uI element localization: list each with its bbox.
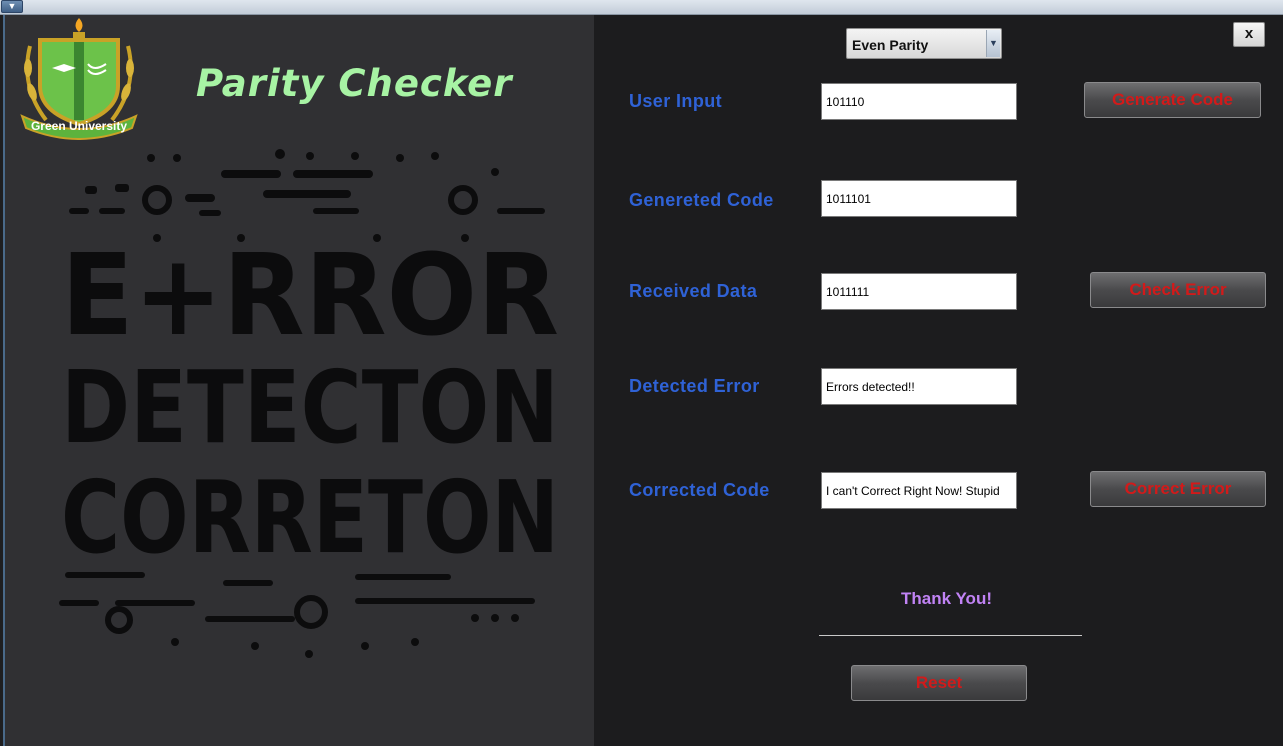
user-input-field[interactable]: [821, 83, 1017, 120]
parity-type-selected: Even Parity: [852, 37, 929, 53]
art-line-1: E+RROR: [61, 231, 559, 361]
detected-error-label: Detected Error: [629, 376, 760, 396]
user-input-label: User Input: [629, 91, 723, 111]
generated-code-field[interactable]: [821, 180, 1017, 217]
check-error-button[interactable]: Check Error: [1090, 272, 1266, 308]
system-menu-icon[interactable]: ▼: [1, 0, 23, 13]
detected-error-field[interactable]: [821, 368, 1017, 405]
correct-error-button[interactable]: Correct Error: [1090, 471, 1266, 507]
art-line-2: DETECTON: [61, 349, 559, 466]
app-title: Parity Checker: [196, 62, 513, 105]
divider: [819, 635, 1082, 636]
close-button[interactable]: x: [1233, 22, 1265, 47]
thank-you-text: Thank You!: [901, 589, 992, 608]
chevron-down-icon[interactable]: ▼: [986, 30, 1000, 57]
error-detection-art: E+RROR DETECTON CORRETON: [59, 149, 559, 658]
generated-code-label: Genereted Code: [629, 190, 774, 210]
logo-text: Green University: [31, 119, 127, 133]
corrected-code-label: Corrected Code: [629, 480, 770, 500]
window-title-bar: ▼: [0, 0, 1283, 15]
received-data-label: Received Data: [629, 281, 758, 301]
parity-type-dropdown[interactable]: Even Parity ▼: [846, 28, 1002, 59]
art-line-3: CORRETON: [61, 459, 559, 576]
reset-button[interactable]: Reset: [851, 665, 1027, 701]
green-university-logo: Green University: [20, 18, 138, 140]
corrected-code-field[interactable]: [821, 472, 1017, 509]
torch-icon: [73, 18, 85, 40]
received-data-field[interactable]: [821, 273, 1017, 310]
generate-code-button[interactable]: Generate Code: [1084, 82, 1261, 118]
